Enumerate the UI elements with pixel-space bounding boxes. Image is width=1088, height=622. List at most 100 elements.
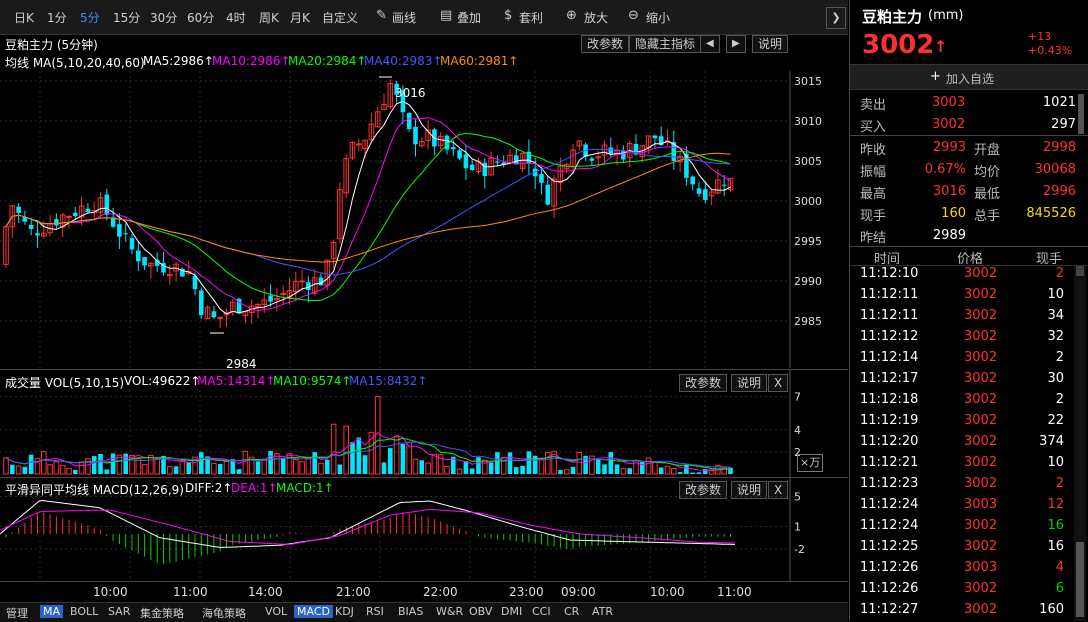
tab-cr[interactable]: CR xyxy=(564,605,579,618)
volume-bar xyxy=(242,450,249,475)
tick-price: 3002 xyxy=(964,602,998,617)
volume-bar xyxy=(73,469,78,474)
y-axis-tick: 7 xyxy=(794,391,801,404)
tab-turtle-strategy[interactable]: 海龟策略 xyxy=(202,605,246,621)
hide-main-indicator-button[interactable]: 隐藏主指标 xyxy=(629,35,702,53)
volume-bar xyxy=(325,459,330,474)
volume-bar xyxy=(476,457,481,474)
prev-close-label: 昨收 xyxy=(860,143,887,158)
volume-panel: 成交量 VOL(5,10,15) VOL:49622↑ MA5:14314↑ M… xyxy=(0,369,848,478)
tab-jijin-strategy[interactable]: 集金策略 xyxy=(140,605,184,621)
candle-body xyxy=(457,150,462,159)
zoom-in-button[interactable]: 放大 xyxy=(584,9,608,26)
volume-bar xyxy=(141,464,148,475)
volume-bar xyxy=(456,468,463,475)
tick-row: 11:12:25 3002 16 xyxy=(850,539,1072,560)
zoom-out-icon: ⊖ xyxy=(628,8,639,23)
candle-body xyxy=(652,135,658,139)
y-axis-tick: 1 xyxy=(794,521,801,534)
period-week-k[interactable]: 周K xyxy=(259,9,279,26)
scrollbar-thumb[interactable] xyxy=(1076,542,1084,617)
tick-time: 11:12:12 xyxy=(860,329,919,344)
y-axis-tick: 4 xyxy=(794,424,801,437)
tab-wr[interactable]: W&R xyxy=(436,605,463,618)
tick-row: 11:12:19 3002 22 xyxy=(850,413,1072,434)
period-1min[interactable]: 1分 xyxy=(47,9,67,26)
modify-params-button[interactable]: 改参数 xyxy=(581,35,630,53)
buy-label: 买入 xyxy=(860,120,887,135)
tick-volume: 2 xyxy=(1055,476,1064,491)
tab-vol[interactable]: VOL xyxy=(265,605,287,618)
help-button[interactable]: 说明 xyxy=(752,35,789,53)
candle-body xyxy=(136,250,141,262)
tick-row: 11:12:21 3002 10 xyxy=(850,455,1072,476)
tick-price: 3002 xyxy=(964,392,998,407)
volume-bar xyxy=(400,443,406,474)
add-watchlist-label: 加入自选 xyxy=(946,72,995,86)
tab-sar[interactable]: SAR xyxy=(108,605,130,618)
add-watchlist-button[interactable]: + 加入自选 xyxy=(850,64,1088,90)
volume-bar xyxy=(59,465,66,475)
orderbook-scrollbar[interactable] xyxy=(1078,94,1084,134)
indicator-tab-bar: 管理 MA BOLL SAR 集金策略 海龟策略 VOL MACD KDJ RS… xyxy=(0,602,848,622)
volume-bar xyxy=(199,452,204,474)
tab-bias[interactable]: BIAS xyxy=(398,605,423,618)
chevron-right-icon[interactable]: ❯ xyxy=(826,7,846,29)
tab-kdj[interactable]: KDJ xyxy=(335,605,354,618)
volume-bar xyxy=(463,461,469,474)
prev-indicator-button[interactable]: ◀ xyxy=(700,35,720,53)
tab-macd[interactable]: MACD xyxy=(294,605,333,618)
tick-time: 11:12:14 xyxy=(860,350,919,365)
candle-body xyxy=(28,224,34,229)
period-60min[interactable]: 60分 xyxy=(187,9,214,26)
prev-settle-label: 昨结 xyxy=(860,231,887,246)
overlay-button[interactable]: 叠加 xyxy=(457,9,481,26)
tick-price: 3003 xyxy=(964,497,998,512)
period-5min[interactable]: 5分 xyxy=(80,9,100,26)
volume-chart[interactable]: 742 xyxy=(0,370,848,478)
period-15min[interactable]: 15分 xyxy=(113,9,140,26)
tick-volume: 374 xyxy=(1039,434,1064,449)
tab-obv[interactable]: OBV xyxy=(469,605,492,618)
volume-bar xyxy=(78,461,85,475)
open-value: 2998 xyxy=(1042,140,1076,155)
zoom-out-button[interactable]: 缩小 xyxy=(646,9,670,26)
tick-volume: 2 xyxy=(1055,266,1064,281)
tab-cci[interactable]: CCI xyxy=(532,605,551,618)
candle-body xyxy=(703,189,708,201)
tick-time: 11:12:11 xyxy=(860,287,919,302)
contract-name: 豆粕主力 xyxy=(862,8,923,26)
candle-body xyxy=(280,293,286,296)
volume-bar xyxy=(3,457,9,475)
period-month-k[interactable]: 月K xyxy=(290,9,310,26)
candle-body xyxy=(217,316,223,319)
period-4h[interactable]: 4时 xyxy=(226,9,246,26)
scroll-up-arrow-icon[interactable] xyxy=(1076,266,1084,276)
amplitude-value: 0.67% xyxy=(924,162,966,177)
period-custom[interactable]: 自定义 xyxy=(322,9,358,26)
tab-atr[interactable]: ATR xyxy=(592,605,613,618)
arbitrage-button[interactable]: 套利 xyxy=(519,9,543,26)
draw-line-button[interactable]: 画线 xyxy=(392,9,416,26)
next-indicator-button[interactable]: ▶ xyxy=(726,35,746,53)
candlestick-chart[interactable]: 3015 3010 3005 3000 2995 2990 2985 3016 2984 xyxy=(0,71,848,368)
tab-ma[interactable]: MA xyxy=(40,605,64,618)
period-day-k[interactable]: 日K xyxy=(14,9,34,26)
tick-time: 11:12:24 xyxy=(860,518,919,533)
time-label: 23:00 xyxy=(509,585,544,599)
total-volume-value: 845526 xyxy=(1026,206,1076,221)
tab-boll[interactable]: BOLL xyxy=(70,605,98,618)
avg-price-value: 30068 xyxy=(1034,162,1076,177)
period-30min[interactable]: 30分 xyxy=(150,9,177,26)
tab-dmi[interactable]: DMI xyxy=(501,605,522,618)
volume-bar xyxy=(538,458,545,475)
tick-time: 11:12:27 xyxy=(860,602,919,617)
candle-body xyxy=(469,164,475,171)
ma-line xyxy=(5,149,731,276)
tab-manage[interactable]: 管理 xyxy=(6,605,28,621)
volume-unit-toggle[interactable]: ×万 xyxy=(797,454,824,472)
tick-row: 11:12:14 3002 2 xyxy=(850,350,1072,371)
tab-rsi[interactable]: RSI xyxy=(366,605,384,618)
macd-chart[interactable]: 5 1 -2 xyxy=(0,478,848,582)
tick-list-scrollbar[interactable] xyxy=(1074,266,1086,621)
